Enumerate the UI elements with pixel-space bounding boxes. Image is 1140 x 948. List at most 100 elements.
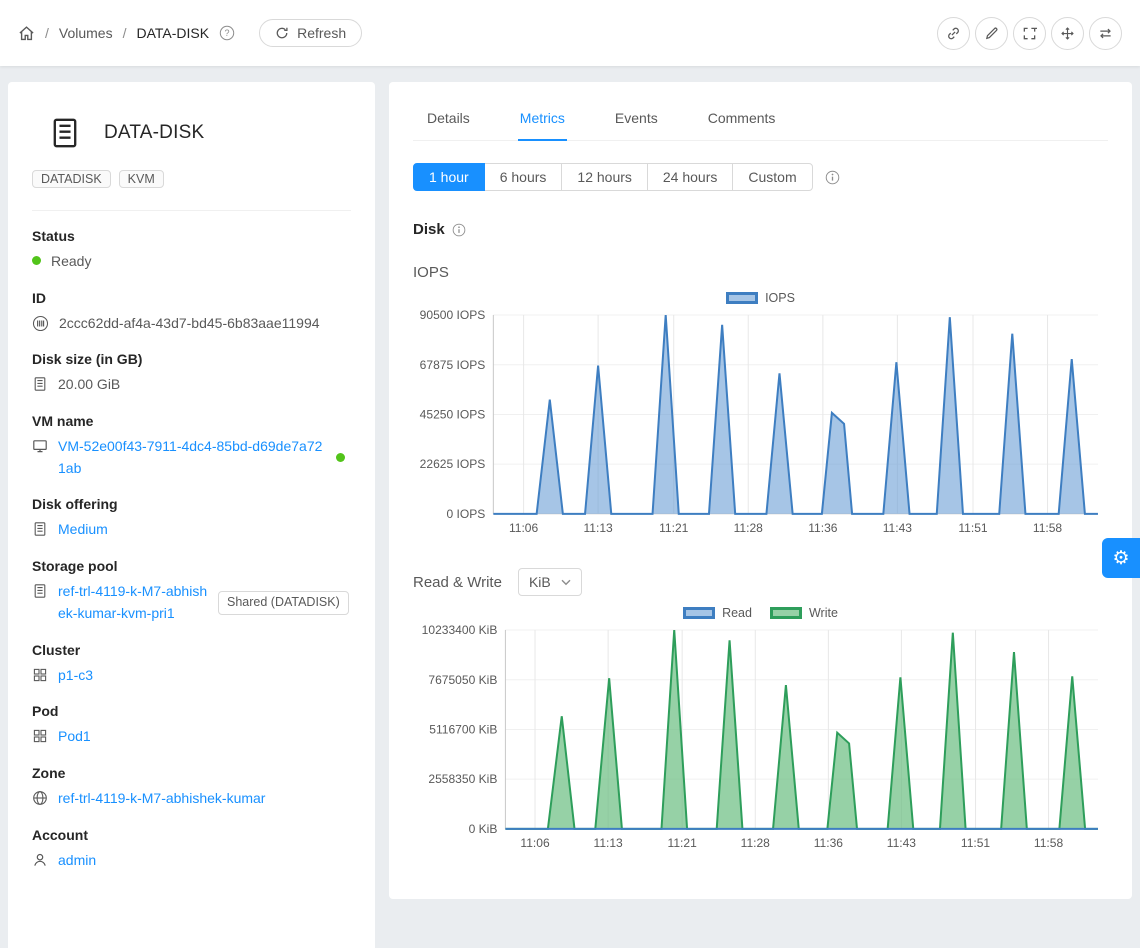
legend-swatch-icon — [726, 292, 758, 304]
disk-offering-link[interactable]: Medium — [58, 519, 108, 541]
pod-link[interactable]: Pod1 — [58, 726, 91, 748]
iops-legend: IOPS — [413, 291, 1108, 305]
field-disk-size: Disk size (in GB) 20.00 GiB — [32, 351, 351, 396]
tab-events[interactable]: Events — [613, 96, 660, 140]
unit-select-value: KiB — [529, 574, 551, 590]
swap-icon — [1098, 26, 1113, 41]
field-vm-name: VM name VM-52e00f43-7911-4dc4-85bd-d69de… — [32, 413, 351, 479]
storage-pool-link[interactable]: ref-trl-4119-k-M7-abhishek-kumar-kvm-pri… — [58, 581, 208, 624]
vm-status-dot-icon — [336, 453, 345, 462]
range-24-hours-button[interactable]: 24 hours — [647, 163, 733, 191]
view-console-url-button[interactable] — [937, 17, 970, 50]
move-icon — [1060, 26, 1075, 41]
tab-metrics[interactable]: Metrics — [518, 96, 567, 141]
field-disk-offering: Disk offering Medium — [32, 496, 351, 541]
unit-select[interactable]: KiB — [518, 568, 582, 596]
range-custom-button[interactable]: Custom — [732, 163, 812, 191]
breadcrumb-current: DATA-DISK — [136, 25, 209, 41]
svg-text:11:51: 11:51 — [961, 836, 991, 850]
resource-info-card: DATA-DISK DATADISK KVM Status Ready ID 2… — [8, 82, 375, 948]
disk-size-value: 20.00 GiB — [58, 374, 120, 396]
field-account: Account admin — [32, 827, 351, 872]
range-6-hours-button[interactable]: 6 hours — [484, 163, 563, 191]
refresh-icon — [275, 26, 289, 40]
svg-text:11:36: 11:36 — [808, 521, 838, 535]
status-dot-icon — [32, 256, 41, 265]
svg-text:10233400 KiB: 10233400 KiB — [422, 623, 498, 637]
account-link[interactable]: admin — [58, 850, 96, 872]
globe-icon — [32, 790, 48, 806]
iops-chart-title: IOPS — [413, 264, 1108, 281]
field-storage-pool: Storage pool ref-trl-4119-k-M7-abhishek-… — [32, 558, 351, 624]
time-range-info-icon[interactable] — [825, 170, 840, 185]
svg-text:11:21: 11:21 — [668, 836, 698, 850]
legend-label: Write — [809, 606, 838, 620]
field-id: ID 2ccc62dd-af4a-43d7-bd45-6b83aae11994 — [32, 290, 351, 335]
detail-card: Details Metrics Events Comments 1 hour 6… — [389, 82, 1132, 899]
svg-text:?: ? — [225, 28, 230, 38]
migrate-volume-button[interactable] — [1089, 17, 1122, 50]
svg-text:22625 IOPS: 22625 IOPS — [420, 457, 486, 471]
svg-text:11:06: 11:06 — [520, 836, 550, 850]
refresh-button[interactable]: Refresh — [259, 19, 362, 47]
svg-text:11:13: 11:13 — [594, 836, 624, 850]
field-label: VM name — [32, 413, 351, 429]
field-label: Disk size (in GB) — [32, 351, 351, 367]
iops-chart: 0 IOPS22625 IOPS45250 IOPS67875 IOPS9050… — [413, 307, 1108, 540]
legend-item[interactable]: Read — [683, 606, 752, 620]
tag-row: DATADISK KVM — [32, 170, 351, 188]
chevron-down-icon — [561, 579, 571, 586]
tag-kvm: KVM — [119, 170, 164, 188]
move-volume-button[interactable] — [1051, 17, 1084, 50]
breadcrumb: / Volumes / DATA-DISK ? Refresh — [18, 19, 362, 47]
svg-text:11:13: 11:13 — [583, 521, 613, 535]
vm-name-link[interactable]: VM-52e00f43-7911-4dc4-85bd-d69de7a721ab — [58, 436, 326, 479]
svg-text:11:51: 11:51 — [958, 521, 988, 535]
divider — [32, 210, 351, 211]
edit-button[interactable] — [975, 17, 1008, 50]
field-label: Pod — [32, 703, 351, 719]
field-label: Cluster — [32, 642, 351, 658]
disk-info-icon[interactable] — [452, 223, 466, 237]
tab-comments[interactable]: Comments — [706, 96, 778, 140]
resource-header: DATA-DISK — [32, 106, 351, 150]
range-1-hour-button[interactable]: 1 hour — [413, 163, 485, 191]
settings-fab-button[interactable]: ⚙ — [1102, 538, 1140, 578]
user-icon — [32, 852, 48, 868]
field-label: Status — [32, 228, 351, 244]
svg-text:11:06: 11:06 — [509, 521, 539, 535]
svg-text:45250 IOPS: 45250 IOPS — [420, 407, 486, 421]
readwrite-chart: 0 KiB 2558350 KiB 5116700 KiB 7675050 KiB 10… — [413, 622, 1108, 855]
svg-text:11:28: 11:28 — [741, 836, 771, 850]
svg-text:5116700 KiB: 5116700 KiB — [429, 722, 497, 736]
zone-link[interactable]: ref-trl-4119-k-M7-abhishek-kumar — [58, 788, 265, 810]
breadcrumb-volumes[interactable]: Volumes — [59, 25, 113, 41]
gear-icon: ⚙ — [1112, 547, 1129, 570]
page-content: DATA-DISK DATADISK KVM Status Ready ID 2… — [0, 66, 1140, 948]
home-button[interactable] — [18, 25, 35, 42]
legend-item[interactable]: IOPS — [726, 291, 795, 305]
header-actions — [937, 17, 1122, 50]
tab-details[interactable]: Details — [425, 96, 472, 140]
storage-pool-badge: Shared (DATADISK) — [218, 591, 349, 614]
vm-monitor-icon — [32, 438, 48, 454]
svg-text:0 KiB: 0 KiB — [469, 822, 498, 836]
refresh-label: Refresh — [297, 25, 346, 41]
svg-text:2558350 KiB: 2558350 KiB — [428, 772, 497, 786]
range-12-hours-button[interactable]: 12 hours — [561, 163, 647, 191]
field-status: Status Ready — [32, 228, 351, 273]
help-icon[interactable]: ? — [219, 25, 235, 41]
disk-section-head: Disk — [413, 221, 1108, 238]
legend-label: IOPS — [765, 291, 795, 305]
expand-icon — [1022, 26, 1037, 41]
cluster-link[interactable]: p1-c3 — [58, 665, 93, 687]
top-header: / Volumes / DATA-DISK ? Refresh — [0, 0, 1140, 66]
svg-text:11:28: 11:28 — [734, 521, 764, 535]
resize-volume-button[interactable] — [1013, 17, 1046, 50]
page-title: DATA-DISK — [104, 122, 204, 144]
svg-text:7675050 KiB: 7675050 KiB — [428, 673, 497, 687]
volume-icon — [48, 116, 82, 150]
legend-item[interactable]: Write — [770, 606, 838, 620]
readwrite-legend: Read Write — [413, 606, 1108, 620]
time-range-group: 1 hour 6 hours 12 hours 24 hours Custom — [413, 163, 813, 191]
